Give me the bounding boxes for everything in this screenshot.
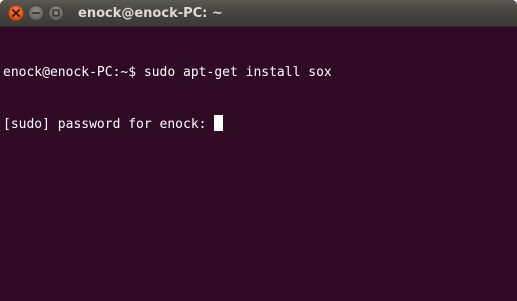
text-cursor (214, 115, 224, 131)
terminal-output[interactable]: enock@enock-PC:~$ sudo apt-get install s… (0, 27, 517, 301)
terminal-window: enock@enock-PC: ~ enock@enock-PC:~$ sudo… (0, 0, 517, 301)
close-button[interactable] (8, 5, 24, 21)
minimize-button[interactable] (28, 5, 44, 21)
maximize-icon (52, 9, 60, 17)
minimize-icon (32, 9, 40, 17)
maximize-button[interactable] (48, 5, 64, 21)
window-title: enock@enock-PC: ~ (78, 6, 223, 21)
terminal-line-prompt: [sudo] password for enock: (3, 115, 517, 132)
close-icon (12, 9, 20, 17)
title-bar[interactable]: enock@enock-PC: ~ (0, 0, 517, 27)
password-prompt-text: [sudo] password for enock: (3, 117, 215, 132)
terminal-line-command: enock@enock-PC:~$ sudo apt-get install s… (3, 65, 332, 80)
window-controls (8, 5, 64, 22)
